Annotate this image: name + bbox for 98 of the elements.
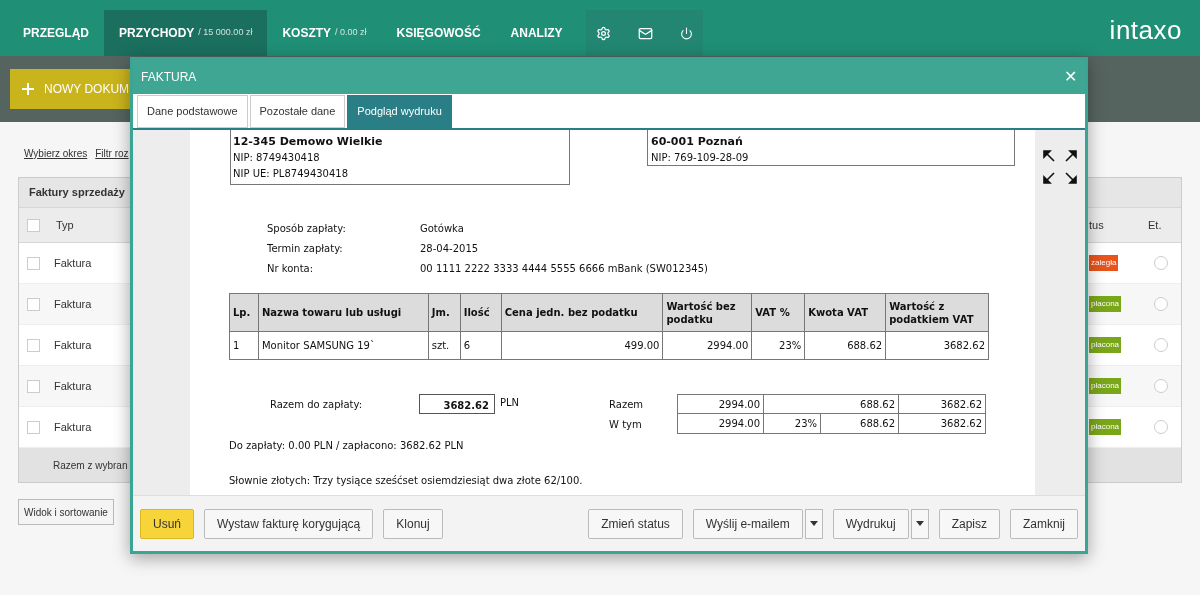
column-header: tus — [1089, 217, 1104, 233]
mail-icon[interactable] — [637, 25, 653, 41]
total-label: Razem do zapłaty: — [270, 398, 363, 412]
status-badge: płacona — [1089, 337, 1122, 353]
table-cell-text: Faktura — [54, 378, 92, 394]
payment-value: 00 1111 2222 3333 4444 5555 6666 mBank (SW012345) — [420, 262, 708, 276]
column-header: Wartość z podatkiem VAT — [888, 299, 975, 327]
seller-line: NIP UE: PL8749430418 — [233, 167, 350, 181]
caret-icon — [915, 521, 924, 526]
summary-cell-text: 23% — [794, 417, 818, 431]
buyer-line: NIP: 769-109-28-09 — [651, 151, 750, 165]
column-header: Nazwa towaru lub usługi — [258, 294, 429, 331]
label-radio[interactable] — [1154, 297, 1168, 311]
column-header: VAT % — [752, 294, 806, 331]
nav-tab[interactable]: PRZYCHODY / 15 000.00 zł — [104, 10, 268, 56]
payment-label: Termin zapłaty: — [267, 242, 344, 256]
table-cell-text: Faktura — [54, 419, 92, 435]
amount-in-words: Słownie złotych: Trzy tysiące sześćset osiemdziesiąt dwa złote 62/100. — [229, 474, 584, 488]
power-icon[interactable] — [679, 26, 693, 40]
select-all-checkbox[interactable] — [27, 218, 40, 232]
currency-label: PLN — [500, 396, 520, 410]
table-title: Faktury sprzedaży — [29, 185, 125, 201]
column-header: Cena jedn. bez podatku — [501, 294, 664, 331]
table-cell: 23% — [752, 332, 806, 359]
delete-button[interactable]: Usuń — [140, 508, 194, 539]
filter-link[interactable]: Wybierz okres — [24, 146, 88, 161]
summary-cell-text: 3682.62 — [940, 397, 983, 412]
label-radio[interactable] — [1154, 256, 1168, 270]
tab[interactable]: Pozostałe dane — [249, 95, 346, 128]
summary-cell-text: 3682.62 — [940, 417, 983, 431]
action-button[interactable]: Klonuj — [383, 508, 443, 539]
column-header: Jm. — [428, 294, 461, 331]
action-button[interactable]: Zmień status — [588, 508, 683, 539]
nav-tab[interactable]: ANALIZY — [495, 10, 578, 56]
seller-line: NIP: 8749430418 — [233, 151, 321, 165]
table-cell-text: 3682.62 — [942, 339, 986, 353]
view-sort-button[interactable]: Widok i sortowanie — [18, 499, 114, 525]
table-cell: Monitor SAMSUNG 19` — [258, 332, 429, 359]
expand-icon[interactable] — [1043, 150, 1077, 184]
label-radio[interactable] — [1154, 379, 1168, 393]
action-button[interactable]: Zamknij — [1010, 508, 1078, 539]
table-cell: 1 — [230, 332, 259, 359]
payment-label: Sposób zapłaty: — [267, 222, 347, 236]
action-button[interactable]: Zapisz — [938, 508, 1000, 539]
action-button[interactable]: Wydrukuj — [832, 508, 909, 539]
nav-tab[interactable]: KSIĘGOWOŚĆ — [381, 10, 496, 56]
dropdown-button[interactable] — [804, 508, 823, 539]
summary-cell-text: 2994.00 — [718, 397, 761, 412]
settings-icon[interactable] — [595, 25, 611, 41]
payment-value: 28-04-2015 — [420, 242, 479, 256]
table-footer-text: Razem z wybran — [53, 458, 128, 473]
column-header: Typ — [56, 217, 74, 233]
row-checkbox[interactable] — [27, 379, 40, 393]
table-cell-text: Faktura — [54, 296, 92, 312]
seller-line: 12-345 Demowo Wielkie — [233, 134, 384, 150]
column-header: Wartość bez podatku — [663, 294, 753, 331]
filter-link[interactable]: Filtr roz — [95, 146, 129, 161]
column-header: Lp. — [230, 294, 259, 331]
nav-tab[interactable]: PRZEGLĄD — [8, 10, 104, 56]
column-header: Kwota VAT — [805, 294, 887, 331]
payment-value: Gotówka — [420, 222, 464, 236]
table-cell: szt. — [428, 332, 461, 359]
tab[interactable]: Podgląd wydruku — [347, 95, 452, 128]
label-radio[interactable] — [1154, 338, 1168, 352]
column-header: Ilość — [460, 294, 502, 331]
table-cell: 499.00 — [501, 332, 664, 359]
status-badge: płacona — [1089, 419, 1122, 435]
summary-label: Razem — [609, 398, 645, 412]
column-header: Et. — [1148, 217, 1162, 233]
tab[interactable]: Dane podstawowe — [137, 95, 248, 128]
logo: intaxo — [1109, 13, 1182, 47]
nav-tab[interactable]: KOSZTY / 0.00 zł — [267, 10, 382, 56]
payment-status-text: Do zapłaty: 0.00 PLN / zapłacono: 3682.62 PLN — [229, 439, 465, 453]
row-checkbox[interactable] — [27, 338, 40, 352]
row-checkbox[interactable] — [27, 297, 40, 311]
payment-label: Nr konta: — [267, 262, 315, 276]
buyer-line: 60-001 Poznań — [651, 134, 744, 150]
table-cell: 688.62 — [805, 332, 887, 359]
status-badge: płacona — [1089, 296, 1122, 312]
action-button[interactable]: Wyślij e-mailem — [692, 508, 803, 539]
dropdown-button[interactable] — [910, 508, 929, 539]
table-cell-text: Faktura — [54, 255, 92, 271]
status-badge: zaległa — [1089, 255, 1119, 271]
total-amount: 3682.62 — [419, 394, 495, 414]
table-cell: 2994.00 — [663, 332, 753, 359]
summary-label: W tym — [609, 418, 643, 432]
row-checkbox[interactable] — [27, 420, 40, 434]
summary-cell-text: 688.62 — [860, 397, 896, 412]
plus-icon — [22, 83, 34, 95]
table-cell: 6 — [460, 332, 502, 359]
action-button[interactable]: Wystaw fakturę korygującą — [204, 508, 374, 539]
status-badge: płacona — [1089, 378, 1122, 394]
row-checkbox[interactable] — [27, 256, 40, 270]
caret-icon — [809, 521, 818, 526]
summary-cell-text: 688.62 — [860, 417, 896, 431]
label-radio[interactable] — [1154, 420, 1168, 434]
table-cell-text: Faktura — [54, 337, 92, 353]
summary-cell-text: 2994.00 — [718, 417, 761, 431]
